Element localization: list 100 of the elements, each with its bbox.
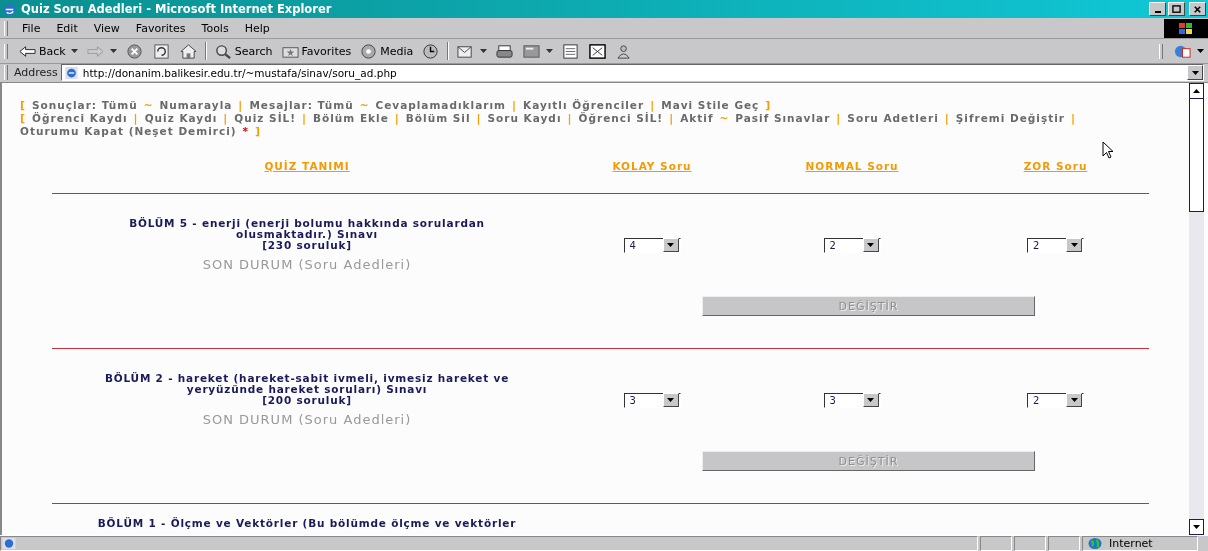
separator-mark: | bbox=[476, 112, 482, 125]
separator-mark: | bbox=[223, 112, 229, 125]
maximize-button[interactable] bbox=[1168, 2, 1185, 16]
separator-mark: | bbox=[302, 112, 308, 125]
zone-label: Internet bbox=[1109, 537, 1153, 550]
nav-link[interactable]: Pasif Sınavlar bbox=[735, 112, 831, 124]
mouse-pointer-icon bbox=[1102, 141, 1114, 159]
status-label: SON DURUM (Soru Adedleri) bbox=[202, 257, 412, 272]
scroll-up-icon bbox=[1193, 89, 1200, 93]
nav-link[interactable]: Soru Adetleri bbox=[847, 112, 939, 124]
history-icon bbox=[421, 42, 441, 60]
separator-mark: | bbox=[836, 112, 842, 125]
caret-icon bbox=[480, 49, 488, 53]
separator-mark: | bbox=[238, 99, 244, 112]
nav-link[interactable]: Bölüm Sil bbox=[405, 112, 471, 124]
menu-item[interactable]: Favorites bbox=[127, 21, 194, 35]
window-title: Quiz Soru Adedleri - Microsoft Internet Explorer bbox=[21, 2, 333, 16]
toolbar-button[interactable]: Favorites bbox=[276, 42, 356, 60]
section-title: BÖLÜM 1 - Ölçme ve Vektörler (Bu bölümde ölçme ve vektörler bbox=[97, 518, 517, 529]
question-count: [230 soruluk] bbox=[262, 240, 352, 251]
bracket-mark: ] bbox=[255, 125, 262, 138]
caret-icon bbox=[1197, 49, 1204, 53]
caret-icon bbox=[70, 49, 78, 53]
dropdown-arrow-icon bbox=[1191, 70, 1199, 75]
nav-link[interactable]: Kayıtlı Öğrenciler bbox=[523, 99, 645, 111]
menu-item[interactable]: Tools bbox=[193, 21, 237, 35]
bracket-mark: ] bbox=[765, 99, 772, 112]
separator-mark: | bbox=[511, 99, 517, 112]
tilde-mark: ~ bbox=[143, 99, 154, 111]
address-label: Address bbox=[14, 66, 58, 79]
nav-link[interactable]: Soru Kaydı bbox=[487, 112, 562, 124]
menu-item[interactable]: Edit bbox=[48, 21, 86, 35]
maximize-icon bbox=[1172, 4, 1181, 14]
dropdown-arrow-icon bbox=[667, 398, 674, 402]
separator-mark: | bbox=[944, 112, 950, 125]
scroll-down-icon bbox=[1193, 525, 1200, 529]
home-icon bbox=[178, 42, 198, 60]
toolbar-button[interactable]: Media bbox=[355, 42, 418, 60]
nav-link[interactable]: Quiz Kaydı bbox=[144, 112, 218, 124]
close-button[interactable] bbox=[1189, 2, 1206, 16]
dropdown-arrow-icon bbox=[1070, 243, 1078, 247]
question-count: [200 soruluk] bbox=[262, 395, 352, 406]
caret-icon bbox=[546, 49, 554, 53]
asterisk-mark: * bbox=[242, 125, 250, 137]
separator-mark: | bbox=[133, 112, 139, 125]
nav-link[interactable]: Şifremi Değiştir bbox=[955, 112, 1065, 124]
separator-mark: | bbox=[394, 112, 400, 125]
tilde-mark: ~ bbox=[359, 99, 370, 111]
select-field[interactable]: 2 bbox=[823, 237, 881, 253]
printer-icon bbox=[495, 42, 515, 60]
search-icon bbox=[213, 42, 233, 60]
dropdown-arrow-icon bbox=[867, 243, 874, 247]
section-title: BÖLÜM 5 - enerji (enerji bolumu hakkında sorulardan olusmaktadır.) Sınavı bbox=[128, 218, 486, 240]
nav-link[interactable]: Öğrenci SİL! bbox=[578, 112, 664, 124]
dropdown-arrow-icon bbox=[667, 243, 674, 247]
nav-link[interactable]: Mavi Stile Geç bbox=[661, 99, 760, 111]
toolbar-button[interactable]: Back bbox=[14, 42, 82, 60]
stop-icon bbox=[124, 42, 144, 60]
close-icon bbox=[1193, 4, 1202, 14]
address-field[interactable]: http://donanim.balikesir.edu.tr/~mustafa/sinav/soru_ad.php bbox=[60, 64, 1204, 81]
dropdown-arrow-icon bbox=[1070, 398, 1078, 402]
browser-icon bbox=[2, 1, 17, 17]
nav-link[interactable]: Öğrenci Kaydı bbox=[32, 112, 128, 124]
page-icon bbox=[1, 537, 17, 550]
bracket-mark: [ bbox=[20, 99, 27, 112]
nav-link[interactable]: Sonuçlar: Tümü bbox=[32, 99, 138, 111]
menu-item[interactable]: View bbox=[85, 21, 128, 35]
select-field[interactable]: 4 bbox=[623, 237, 681, 253]
toolbar-button[interactable]: Search bbox=[209, 42, 277, 60]
nav-link[interactable]: Mesajlar: Tümü bbox=[249, 99, 354, 111]
select-field[interactable]: 3 bbox=[623, 392, 681, 408]
nav-link[interactable]: Oturumu Kapat (Neşet Demirci) bbox=[20, 125, 237, 137]
scrollbar[interactable] bbox=[1189, 83, 1204, 535]
separator-mark: | bbox=[669, 112, 675, 125]
select-field[interactable]: 2 bbox=[1027, 237, 1084, 253]
minimize-icon bbox=[1154, 11, 1161, 13]
select-field[interactable]: 3 bbox=[823, 392, 881, 408]
separator-mark: | bbox=[1071, 112, 1077, 125]
nav-link[interactable]: Bölüm Ekle bbox=[313, 112, 389, 124]
nav-link[interactable]: Numarayla bbox=[159, 99, 233, 111]
menu-item[interactable]: File bbox=[14, 21, 49, 35]
page-icon bbox=[63, 65, 79, 80]
menu-item[interactable]: Help bbox=[236, 21, 278, 35]
section-title: BÖLÜM 2 - hareket (hareket-sabit ivmeli, ivmesiz hareket ve yeryüzünde hareket soruları) Sınavı bbox=[103, 373, 511, 395]
caret-icon bbox=[109, 49, 117, 53]
minimize-button[interactable] bbox=[1149, 2, 1166, 16]
separator-mark: | bbox=[567, 112, 573, 125]
edit-icon bbox=[522, 42, 542, 60]
dropdown-arrow-icon bbox=[867, 398, 874, 402]
media-icon bbox=[359, 42, 379, 60]
nav-link[interactable]: Cevaplamadıklarım bbox=[375, 99, 506, 111]
bracket-mark: [ bbox=[20, 112, 27, 125]
refresh-icon bbox=[151, 42, 171, 60]
tilde-mark: ~ bbox=[719, 112, 730, 124]
select-field[interactable]: 2 bbox=[1027, 392, 1084, 408]
separator-mark: | bbox=[650, 99, 656, 112]
status-label: SON DURUM (Soru Adedleri) bbox=[202, 412, 412, 427]
document-icon bbox=[561, 42, 581, 60]
nav-link[interactable]: Quiz SİL! bbox=[234, 112, 296, 124]
nav-link[interactable]: Aktif bbox=[680, 112, 714, 124]
